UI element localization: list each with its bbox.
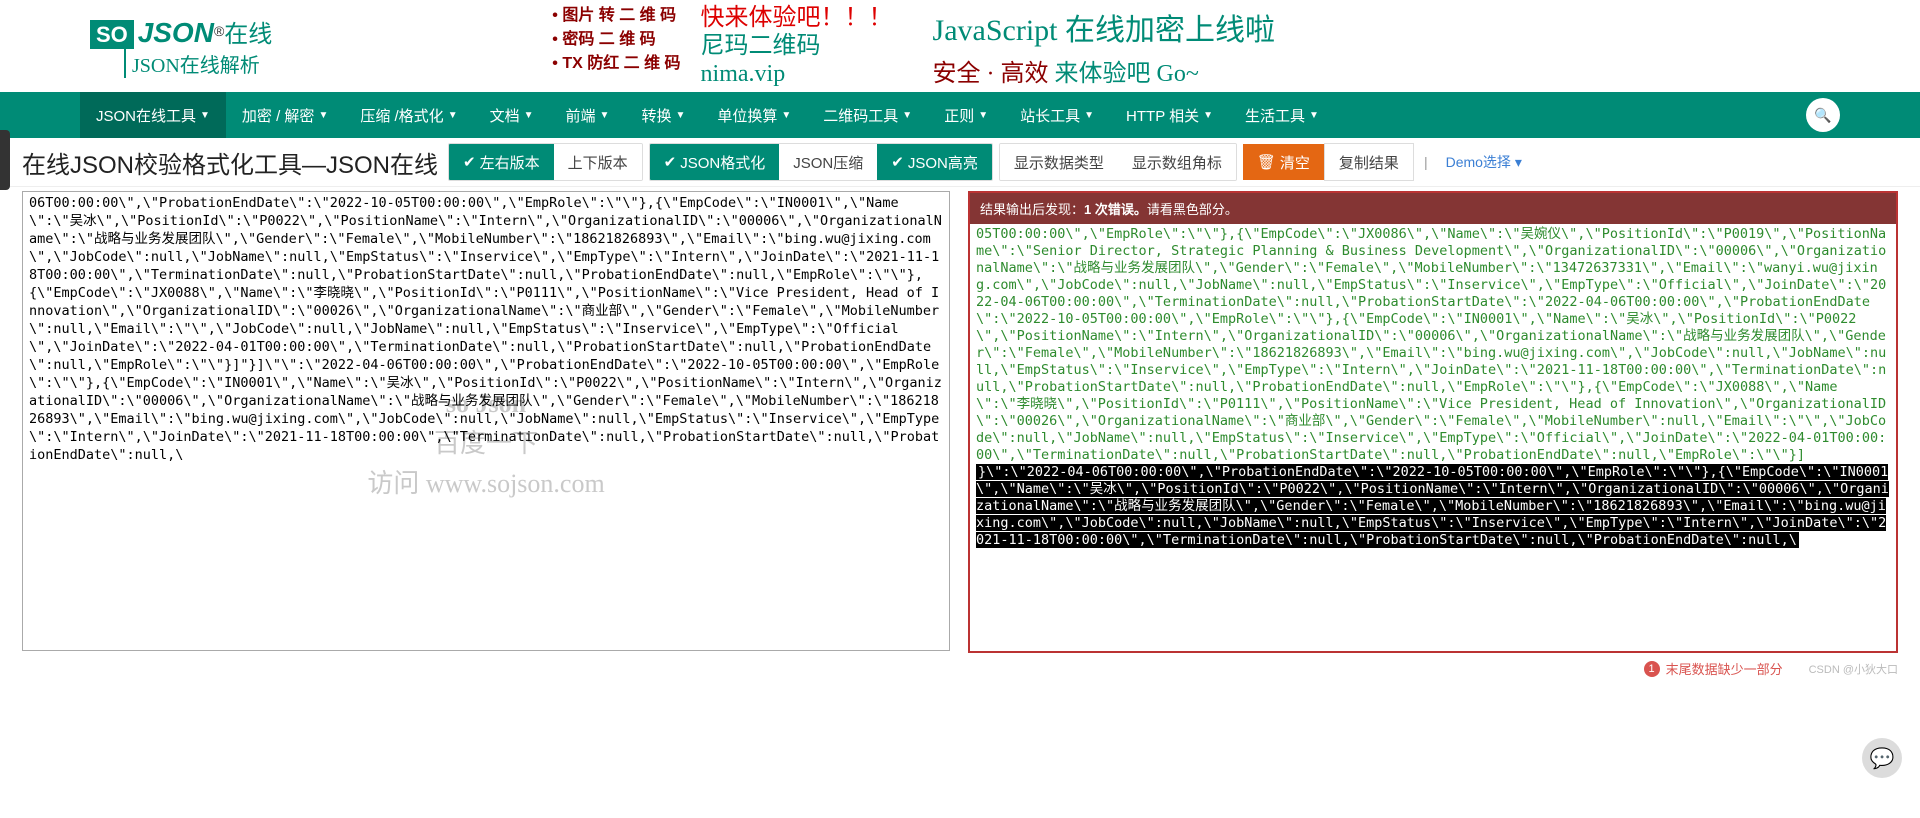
banner-right-s2: 来体验吧 Go~: [1049, 61, 1199, 87]
caret-down-icon: ▼: [600, 110, 610, 121]
nav-webmaster[interactable]: 站长工具▼: [1004, 92, 1110, 138]
caret-down-icon: ▼: [1203, 110, 1213, 121]
caret-down-icon: ▼: [978, 110, 988, 121]
nav-unit[interactable]: 单位换算▼: [701, 92, 807, 138]
page-title: 在线JSON校验格式化工具—JSON在线: [22, 145, 438, 180]
banner-bullets: 图片 转 二 维 码 密码 二 维 码 TX 防红 二 维 码: [552, 4, 680, 76]
caret-down-icon: ▼: [524, 110, 534, 121]
toolbar: 在线JSON校验格式化工具—JSON在线 ✔左右版本 上下版本 ✔JSON格式化…: [0, 138, 1920, 187]
logo-subtitle: JSON在线解析: [124, 49, 272, 78]
top-banner: SO JSON®在线 JSON在线解析 图片 转 二 维 码 密码 二 维 码 …: [0, 0, 1920, 92]
check-icon: ✔: [463, 153, 476, 171]
error-message: 末尾数据缺少一部分: [1666, 659, 1783, 678]
bullet-3[interactable]: TX 防红 二 维 码: [552, 52, 680, 76]
nav-docs[interactable]: 文档▼: [474, 92, 550, 138]
caret-down-icon: ▼: [318, 110, 328, 121]
nav-life[interactable]: 生活工具▼: [1229, 92, 1335, 138]
show-types-button[interactable]: 显示数据类型: [1000, 144, 1118, 180]
caret-down-icon: ▼: [1309, 110, 1319, 121]
site-logo[interactable]: SO JSON®在线 JSON在线解析: [90, 14, 272, 78]
layout-ud-button[interactable]: 上下版本: [554, 144, 642, 180]
slogan-l1: 快来体验吧！！！: [701, 5, 893, 31]
side-drawer-handle[interactable]: [0, 130, 10, 190]
caret-down-icon: ▼: [902, 110, 912, 121]
copy-result-button[interactable]: 复制结果: [1324, 143, 1414, 181]
check-icon: ✔: [664, 153, 677, 171]
toolbar-divider: |: [1424, 154, 1428, 170]
nav-regex[interactable]: 正则▼: [928, 92, 1004, 138]
nav-qrcode[interactable]: 二维码工具▼: [807, 92, 928, 138]
caret-down-icon: ▼: [1084, 110, 1094, 121]
main-nav: JSON在线工具▼ 加密 / 解密▼ 压缩 /格式化▼ 文档▼ 前端▼ 转换▼ …: [0, 92, 1920, 138]
output-text[interactable]: 05T00:00:00\",\"EmpRole\":\"\"},{\"EmpCo…: [970, 224, 1896, 651]
show-brackets-button[interactable]: 显示数组角标: [1118, 144, 1236, 180]
json-format-button[interactable]: ✔JSON格式化: [650, 144, 780, 180]
error-bar: 结果输出后发现：1 次错误。请看黑色部分。: [970, 193, 1896, 224]
banner-right-s1: 安全 · 高效: [933, 61, 1049, 87]
logo-cn: 在线: [224, 21, 272, 48]
bullet-1[interactable]: 图片 转 二 维 码: [552, 4, 680, 28]
output-panel: 结果输出后发现：1 次错误。请看黑色部分。 05T00:00:00\",\"Em…: [968, 191, 1898, 653]
logo-box: SO: [90, 20, 134, 49]
caret-down-icon: ▼: [675, 110, 685, 121]
nav-search-button[interactable]: 🔍: [1806, 98, 1840, 132]
demo-select[interactable]: Demo选择 ▾: [1446, 152, 1522, 172]
banner-right[interactable]: JavaScript 在线加密上线啦 安全 · 高效 来体验吧 Go~: [933, 5, 1275, 88]
slogan-l2: 尼玛二维码: [701, 32, 893, 60]
caret-down-icon: ▾: [1515, 154, 1522, 170]
banner-right-title: JavaScript 在线加密上线啦: [933, 5, 1275, 49]
input-textarea[interactable]: 06T00:00:00\",\"ProbationEndDate\":\"202…: [23, 192, 949, 654]
json-compress-button[interactable]: JSON压缩: [779, 144, 877, 180]
output-error-part: }\":\"2022-04-06T00:00:00\",\"ProbationE…: [976, 464, 1889, 548]
nav-http[interactable]: HTTP 相关▼: [1110, 92, 1229, 138]
input-panel[interactable]: so Json 百度一下 访问 www.sojson.com 06T00:00:…: [22, 191, 950, 651]
json-highlight-button[interactable]: ✔JSON高亮: [877, 144, 992, 180]
csdn-watermark: CSDN @小狄大口: [1809, 661, 1898, 677]
logo-reg: ®: [214, 23, 224, 39]
chat-bubble-button[interactable]: 💬: [1862, 738, 1902, 778]
layout-lr-button[interactable]: ✔左右版本: [449, 144, 554, 180]
slogan-l3: nima.vip: [701, 60, 893, 88]
output-valid-part: 05T00:00:00\",\"EmpRole\":\"\"},{\"EmpCo…: [976, 226, 1886, 463]
search-icon: 🔍: [1814, 107, 1831, 124]
footer-error: 1 末尾数据缺少一部分 CSDN @小狄大口: [0, 659, 1920, 680]
clear-button[interactable]: 🗑清空: [1243, 144, 1324, 180]
nav-compress[interactable]: 压缩 /格式化▼: [344, 92, 473, 138]
nav-frontend[interactable]: 前端▼: [550, 92, 626, 138]
banner-middle: 图片 转 二 维 码 密码 二 维 码 TX 防红 二 维 码 快来体验吧！！！…: [552, 4, 892, 88]
caret-down-icon: ▼: [448, 110, 458, 121]
chat-icon: 💬: [1870, 746, 1895, 771]
error-count-badge: 1: [1644, 661, 1660, 677]
check-icon: ✔: [891, 153, 904, 171]
editor-panels: so Json 百度一下 访问 www.sojson.com 06T00:00:…: [0, 187, 1920, 659]
bullet-2[interactable]: 密码 二 维 码: [552, 28, 680, 52]
nav-json-tools[interactable]: JSON在线工具▼: [80, 92, 226, 138]
nav-convert[interactable]: 转换▼: [625, 92, 701, 138]
logo-json: JSON: [138, 17, 214, 48]
caret-down-icon: ▼: [781, 110, 791, 121]
trash-icon: 🗑: [1257, 153, 1276, 171]
nav-encrypt[interactable]: 加密 / 解密▼: [226, 92, 344, 138]
caret-down-icon: ▼: [200, 110, 210, 121]
banner-slogan: 快来体验吧！！！ 尼玛二维码 nima.vip: [701, 4, 893, 88]
